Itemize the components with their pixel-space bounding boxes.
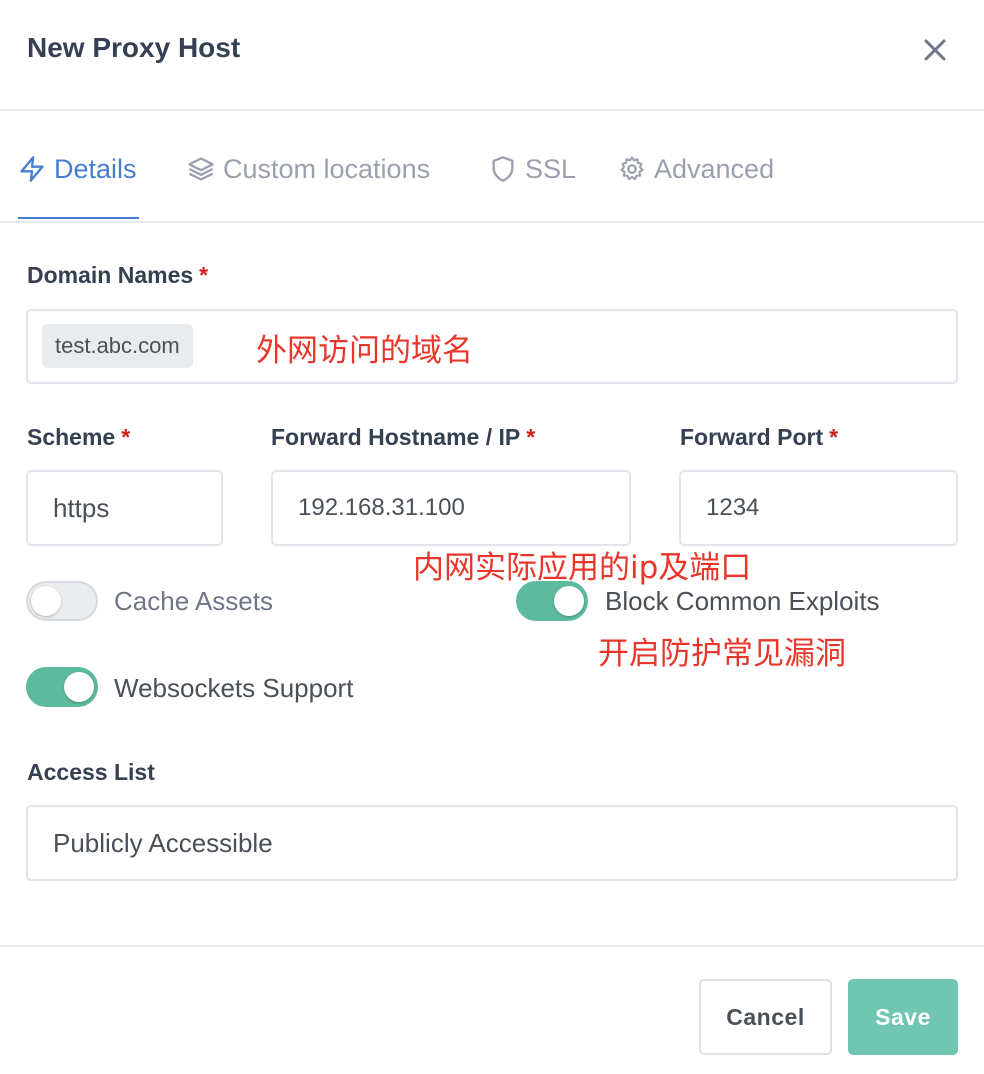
domain-names-label: Domain Names * bbox=[27, 262, 208, 289]
bolt-icon bbox=[20, 156, 44, 182]
modal-title: New Proxy Host bbox=[27, 32, 241, 63]
modal-header: New Proxy Host bbox=[0, 0, 984, 111]
gear-icon bbox=[620, 156, 644, 181]
domain-names-label-text: Domain Names bbox=[27, 262, 194, 288]
domain-tag[interactable]: test.abc.com bbox=[42, 324, 193, 368]
footer-divider bbox=[0, 945, 984, 947]
close-icon[interactable] bbox=[918, 33, 952, 67]
forward-host-input[interactable]: 192.168.31.100 bbox=[271, 470, 631, 546]
scheme-select[interactable]: https bbox=[26, 470, 223, 546]
tab-custom-locations[interactable]: Custom locations bbox=[187, 149, 430, 189]
tab-bar: Details Custom locations SSL Advanced bbox=[0, 111, 984, 223]
forward-port-label: Forward Port * bbox=[680, 424, 838, 451]
forward-port-label-text: Forward Port bbox=[680, 424, 824, 450]
required-mark: * bbox=[199, 262, 209, 288]
tab-advanced[interactable]: Advanced bbox=[618, 149, 774, 189]
proxy-host-modal: New Proxy Host Details Custom locations … bbox=[0, 0, 984, 1074]
ip-annotation: 内网实际应用的ip及端口 bbox=[413, 550, 752, 586]
domain-annotation: 外网访问的域名 bbox=[256, 333, 473, 369]
scheme-label-text: Scheme bbox=[27, 424, 116, 450]
active-tab-indicator bbox=[18, 217, 139, 219]
forward-host-label-text: Forward Hostname / IP bbox=[271, 424, 521, 450]
required-mark: * bbox=[829, 424, 839, 450]
tab-details-label: Details bbox=[54, 153, 137, 184]
tab-ssl[interactable]: SSL bbox=[489, 149, 576, 189]
forward-port-input[interactable]: 1234 bbox=[679, 470, 958, 546]
exploit-annotation: 开启防护常见漏洞 bbox=[598, 636, 846, 672]
scheme-label: Scheme * bbox=[27, 424, 130, 451]
tab-advanced-label: Advanced bbox=[654, 153, 775, 184]
tab-custom-locations-label: Custom locations bbox=[223, 153, 431, 184]
required-mark: * bbox=[526, 424, 536, 450]
websockets-label: Websockets Support bbox=[114, 673, 354, 703]
tab-ssl-label: SSL bbox=[525, 153, 577, 184]
required-mark: * bbox=[121, 424, 131, 450]
websockets-toggle[interactable] bbox=[26, 667, 98, 707]
block-exploits-toggle[interactable] bbox=[516, 581, 588, 621]
block-exploits-label: Block Common Exploits bbox=[605, 586, 880, 616]
layers-icon bbox=[188, 157, 214, 181]
forward-host-label: Forward Hostname / IP * bbox=[271, 424, 535, 451]
save-button[interactable]: Save bbox=[848, 979, 958, 1055]
toggle-knob bbox=[31, 586, 61, 616]
cache-assets-label: Cache Assets bbox=[114, 586, 273, 616]
access-list-select[interactable]: Publicly Accessible bbox=[26, 805, 958, 881]
toggle-knob bbox=[554, 586, 584, 616]
access-list-label: Access List bbox=[27, 759, 155, 785]
toggle-knob bbox=[64, 672, 94, 702]
tab-details[interactable]: Details bbox=[18, 149, 137, 189]
cache-assets-toggle[interactable] bbox=[26, 581, 98, 621]
cancel-button[interactable]: Cancel bbox=[699, 979, 832, 1055]
shield-icon bbox=[492, 156, 514, 182]
